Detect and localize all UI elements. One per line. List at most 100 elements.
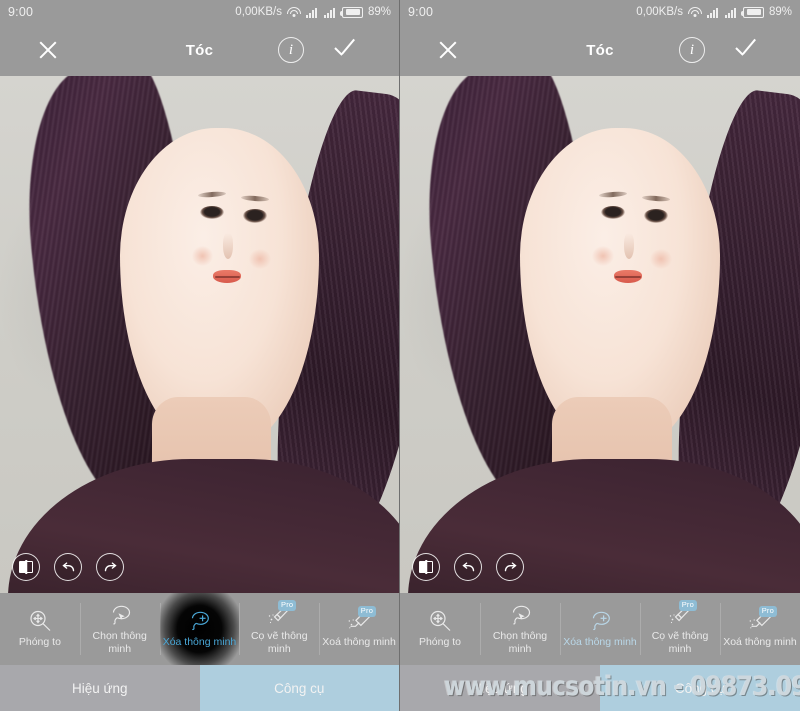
eye-right xyxy=(644,209,668,223)
tab-label: Hiệu ứng xyxy=(71,680,128,696)
photo-canvas[interactable] xyxy=(400,76,800,593)
eyebrow-left xyxy=(198,191,227,199)
compare-icon xyxy=(419,561,433,573)
mouth xyxy=(213,270,242,284)
smart-erase-icon xyxy=(186,609,212,633)
compare-button[interactable] xyxy=(412,553,440,581)
wifi-icon xyxy=(687,6,702,18)
tool-chon-thong-minh[interactable]: Chọn thông minh xyxy=(480,593,560,665)
signal-icon xyxy=(323,7,337,18)
nose xyxy=(624,233,634,260)
tool-co-ve-thong-minh[interactable]: Pro Cọ vẽ thông minh xyxy=(239,593,319,665)
bottom-tabs-left: Hiệu ứng Công cụ xyxy=(0,665,399,711)
close-icon xyxy=(437,39,459,61)
signal-icon xyxy=(724,7,738,18)
redo-icon xyxy=(503,560,518,575)
battery-icon xyxy=(339,6,363,18)
tool-label: Chọn thông minh xyxy=(92,630,147,655)
close-button[interactable] xyxy=(20,24,76,76)
tool-xoa-thong-minh[interactable]: Xóa thông minh xyxy=(159,593,240,665)
tool-label: Chọn thông minh xyxy=(492,630,548,655)
tool-label: Xóa thông minh xyxy=(162,636,237,649)
tool-label: Cọ vẽ thông minh xyxy=(651,630,709,655)
battery-percent-label: 89% xyxy=(367,6,391,18)
tool-label: Xóa thông minh xyxy=(563,636,637,649)
eyebrow-right xyxy=(641,194,671,203)
cheek-left xyxy=(191,246,214,266)
cheek-right xyxy=(249,249,272,269)
close-icon xyxy=(37,39,59,61)
tab-label: Hiệu ứng xyxy=(472,680,528,696)
status-time: 9:00 xyxy=(8,5,34,19)
tool-xoa-thong-minh-pro[interactable]: Pro Xoá thông minh xyxy=(720,593,800,665)
tab-hieu-ung[interactable]: Hiệu ứng xyxy=(400,665,600,711)
smart-eraser-icon: Pro xyxy=(747,606,777,633)
battery-percent-label: 89% xyxy=(768,6,792,18)
eye-left xyxy=(601,206,625,220)
info-button[interactable]: i xyxy=(664,24,720,76)
tab-hieu-ung[interactable]: Hiệu ứng xyxy=(0,665,200,711)
undo-icon xyxy=(61,560,76,575)
mouth xyxy=(614,270,642,284)
redo-button[interactable] xyxy=(496,553,524,581)
status-indicators: 0,00KB/s 89% xyxy=(636,6,792,18)
smart-select-icon xyxy=(507,603,533,627)
undo-icon xyxy=(461,560,476,575)
status-time: 9:00 xyxy=(408,5,434,19)
confirm-button[interactable] xyxy=(720,24,776,76)
compare-button[interactable] xyxy=(12,553,40,581)
smart-brush-icon: Pro xyxy=(266,600,297,627)
compare-icon xyxy=(19,561,33,573)
wifi-icon xyxy=(286,6,301,18)
tool-chon-thong-minh[interactable]: Chọn thông minh xyxy=(79,593,160,665)
tool-phong-to[interactable]: Phóng to xyxy=(0,593,80,665)
status-bar: 9:00 0,00KB/s 89% xyxy=(400,0,800,24)
tab-cong-cu[interactable]: Công cụ xyxy=(600,665,800,711)
photo-action-buttons xyxy=(412,553,524,581)
signal-icon xyxy=(706,7,720,18)
smart-brush-icon: Pro xyxy=(667,600,697,627)
close-button[interactable] xyxy=(420,24,476,76)
nose xyxy=(223,233,234,260)
editor-toolbar: Tóc i xyxy=(400,24,800,76)
undo-button[interactable] xyxy=(454,553,482,581)
tab-label: Công cụ xyxy=(674,680,726,696)
tool-strip-right: Phóng to Chọn thông minh Xóa thông minh … xyxy=(400,593,800,665)
eye-left xyxy=(200,206,225,220)
redo-button[interactable] xyxy=(96,553,124,581)
pro-badge: Pro xyxy=(758,606,777,618)
bottom-tabs-right: Hiệu ứng Công cụ xyxy=(400,665,800,711)
tool-label: Xoá thông minh xyxy=(723,636,797,649)
dual-panel-screenshot: 9:00 0,00KB/s 89% Tóc i Phóng to Chọn th… xyxy=(0,0,800,711)
tool-xoa-thong-minh[interactable]: Xóa thông minh xyxy=(560,593,640,665)
cheek-left xyxy=(592,246,614,266)
status-indicators: 0,00KB/s 89% xyxy=(235,6,391,18)
info-button[interactable]: i xyxy=(263,24,319,76)
photo-canvas[interactable] xyxy=(0,76,399,593)
battery-icon xyxy=(740,6,764,18)
tool-co-ve-thong-minh[interactable]: Pro Cọ vẽ thông minh xyxy=(640,593,720,665)
tool-xoa-thong-minh-pro[interactable]: Pro Xoá thông minh xyxy=(319,593,399,665)
cheek-right xyxy=(650,249,672,269)
check-icon xyxy=(735,42,761,58)
network-speed-label: 0,00KB/s xyxy=(636,6,683,18)
redo-icon xyxy=(103,560,118,575)
zoom-move-icon xyxy=(427,609,453,633)
tab-label: Công cụ xyxy=(274,680,325,696)
phone-panel-right: 9:00 0,00KB/s 89% Tóc i Phóng to Chọn th… xyxy=(400,0,800,711)
tool-label: Phóng to xyxy=(18,636,61,649)
tool-phong-to[interactable]: Phóng to xyxy=(400,593,480,665)
photo-action-buttons xyxy=(12,553,124,581)
tab-cong-cu[interactable]: Công cụ xyxy=(199,665,399,711)
smart-erase-icon xyxy=(587,609,613,633)
editor-toolbar: Tóc i xyxy=(0,24,399,76)
pro-badge: Pro xyxy=(278,600,297,612)
eye-right xyxy=(243,209,268,223)
confirm-button[interactable] xyxy=(319,24,375,76)
status-bar: 9:00 0,00KB/s 89% xyxy=(0,0,399,24)
smart-select-icon xyxy=(107,603,133,627)
info-icon: i xyxy=(679,37,705,63)
network-speed-label: 0,00KB/s xyxy=(235,6,282,18)
undo-button[interactable] xyxy=(54,553,82,581)
phone-panel-left: 9:00 0,00KB/s 89% Tóc i Phóng to Chọn th… xyxy=(0,0,400,711)
